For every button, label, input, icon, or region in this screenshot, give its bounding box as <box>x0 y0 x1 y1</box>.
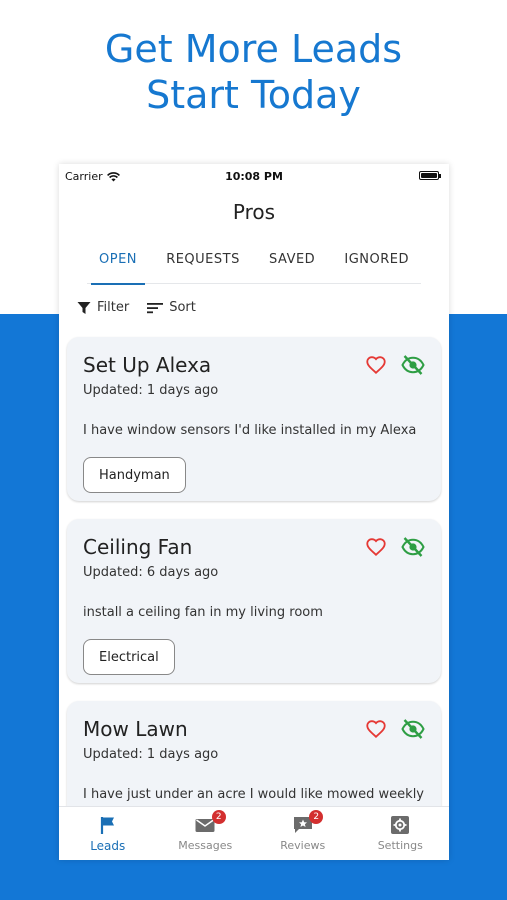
lead-updated: Updated: 1 days ago <box>83 383 219 398</box>
lead-title: Ceiling Fan <box>83 535 193 559</box>
heart-icon[interactable] <box>365 354 387 376</box>
reviews-badge: 2 <box>309 810 324 824</box>
nav-settings[interactable]: Settings <box>352 807 449 860</box>
lead-title: Set Up Alexa <box>83 353 212 377</box>
lead-category-chip[interactable]: Electrical <box>83 639 175 675</box>
tab-ignored[interactable]: IGNORED <box>332 248 421 284</box>
sort-label: Sort <box>169 300 196 315</box>
nav-leads-label: Leads <box>90 839 126 853</box>
filter-label: Filter <box>97 300 130 315</box>
nav-leads[interactable]: Leads <box>59 807 156 860</box>
filter-button[interactable]: Filter <box>77 300 129 315</box>
lead-updated: Updated: 6 days ago <box>83 565 219 580</box>
page-title: Pros <box>232 200 276 224</box>
nav-settings-label: Settings <box>377 839 423 852</box>
hide-eye-icon[interactable] <box>401 536 425 558</box>
tab-requests[interactable]: REQUESTS <box>154 248 252 284</box>
headline-line-2: Start Today <box>146 73 361 117</box>
hide-eye-icon[interactable] <box>401 354 425 376</box>
nav-reviews[interactable]: 2 Reviews <box>254 807 351 860</box>
flag-icon <box>100 817 114 834</box>
hide-eye-icon[interactable] <box>401 718 425 740</box>
battery-icon <box>419 171 441 180</box>
lead-card[interactable]: Ceiling Fan Updated: 6 days ago install … <box>67 519 441 683</box>
lead-card[interactable]: Set Up Alexa Updated: 1 days ago I have … <box>67 337 441 501</box>
headline-line-1: Get More Leads <box>104 27 403 71</box>
lead-category-chip[interactable]: Handyman <box>83 457 186 493</box>
phone-screen: Carrier 10:08 PM Pros OPEN REQUESTS SAVE… <box>59 164 449 860</box>
list-toolbar: Filter Sort <box>77 300 196 315</box>
gear-icon <box>391 816 410 834</box>
lead-description: I have window sensors I'd like installed… <box>83 423 417 438</box>
sort-button[interactable]: Sort <box>147 300 196 315</box>
status-time: 10:08 PM <box>225 170 283 183</box>
nav-messages[interactable]: 2 Messages <box>157 807 254 860</box>
bottom-tab-bar: Leads 2 Messages 2 Reviews Settings <box>59 806 449 860</box>
nav-messages-label: Messages <box>178 839 233 852</box>
sort-icon <box>147 302 164 313</box>
lead-description: I have just under an acre I would like m… <box>83 787 424 802</box>
tab-open[interactable]: OPEN <box>87 248 149 285</box>
messages-badge: 2 <box>211 810 226 824</box>
heart-icon[interactable] <box>365 536 387 558</box>
nav-reviews-label: Reviews <box>280 839 326 852</box>
heart-icon[interactable] <box>365 718 387 740</box>
filter-icon <box>77 301 91 314</box>
status-bar: Carrier 10:08 PM <box>59 164 449 188</box>
tab-saved[interactable]: SAVED <box>257 248 327 284</box>
lead-tabs: OPEN REQUESTS SAVED IGNORED <box>87 248 421 285</box>
lead-title: Mow Lawn <box>83 717 188 741</box>
lead-description: install a ceiling fan in my living room <box>83 605 323 620</box>
lead-updated: Updated: 1 days ago <box>83 747 219 762</box>
promo-headline: Get More Leads Start Today <box>0 26 507 118</box>
